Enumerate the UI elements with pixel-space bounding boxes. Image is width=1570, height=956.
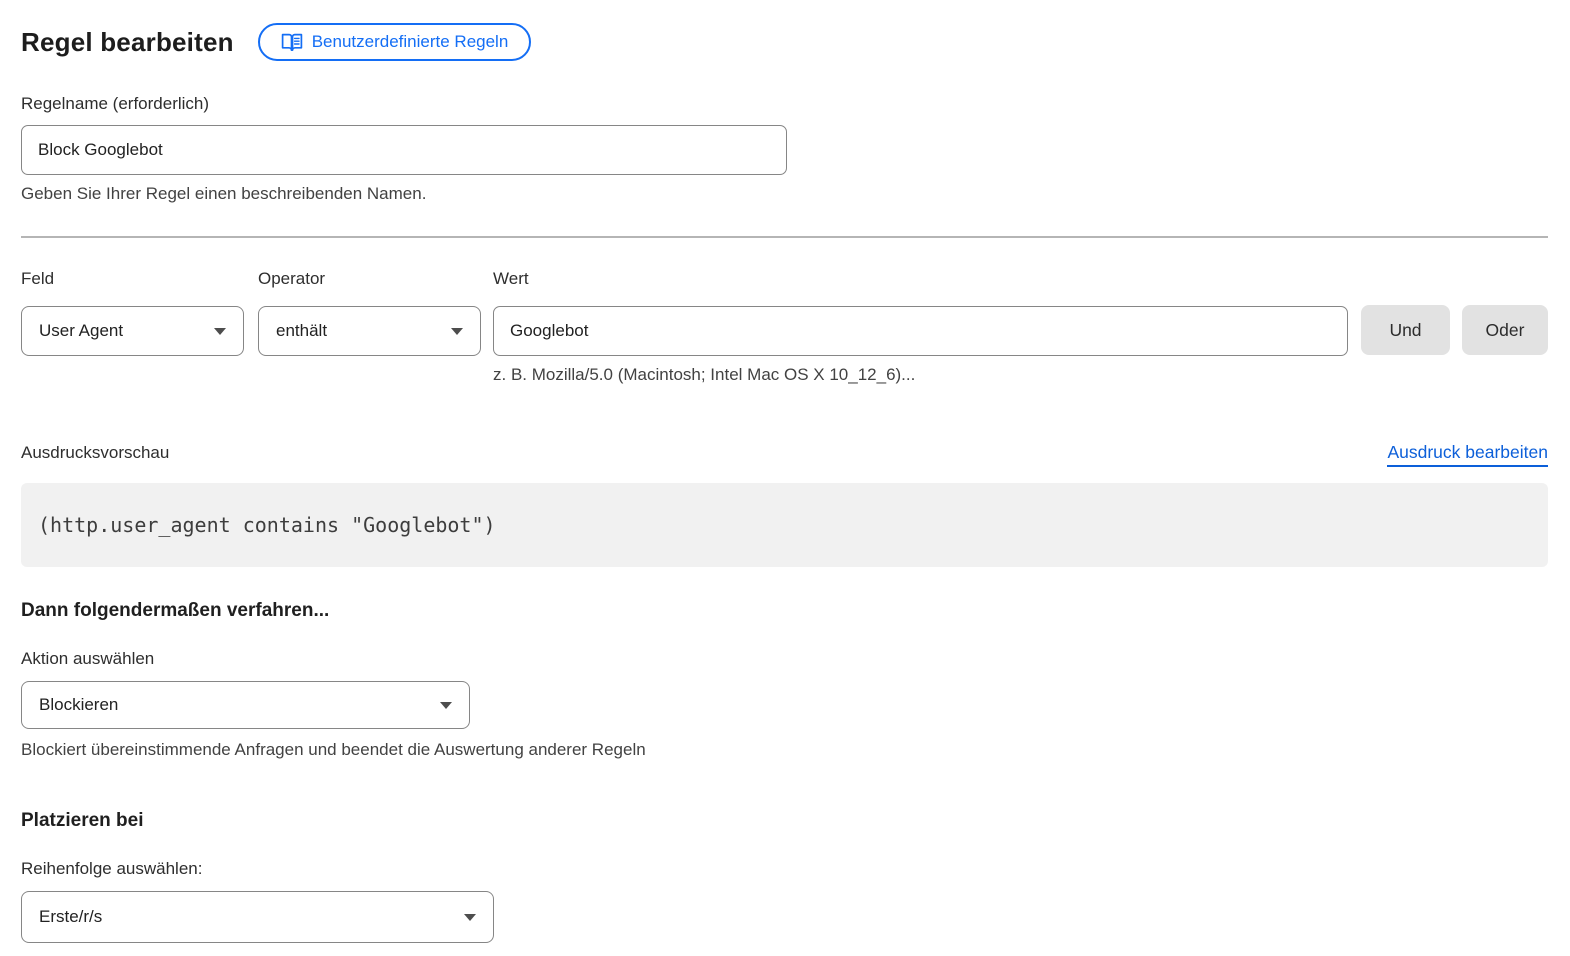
order-select-value: Erste/r/s	[39, 907, 102, 927]
order-select[interactable]: Erste/r/s	[21, 891, 494, 943]
placement-section: Platzieren bei Reihenfolge auswählen: Er…	[21, 810, 1548, 943]
operator-label: Operator	[258, 269, 481, 289]
chevron-down-icon	[451, 328, 463, 335]
field-label: Feld	[21, 269, 244, 289]
expression-code-preview: (http.user_agent contains "Googlebot")	[21, 483, 1548, 567]
action-select[interactable]: Blockieren	[21, 681, 470, 729]
expression-header: Ausdrucksvorschau Ausdruck bearbeiten	[21, 442, 1548, 467]
action-heading: Dann folgendermaßen verfahren...	[21, 600, 1548, 622]
rule-name-help: Geben Sie Ihrer Regel einen beschreibend…	[21, 184, 1548, 204]
edit-expression-link[interactable]: Ausdruck bearbeiten	[1387, 442, 1548, 467]
field-select-value: User Agent	[39, 321, 123, 341]
rule-name-input[interactable]	[21, 125, 787, 175]
placement-heading: Platzieren bei	[21, 810, 1548, 832]
open-book-icon	[281, 33, 303, 52]
docs-button-label: Benutzerdefinierte Regeln	[312, 32, 509, 52]
operator-select[interactable]: enthält	[258, 306, 481, 356]
chevron-down-icon	[464, 914, 476, 921]
header: Regel bearbeiten Benutzerdefinierte Rege…	[21, 23, 1548, 61]
chevron-down-icon	[214, 328, 226, 335]
chevron-down-icon	[440, 702, 452, 709]
value-help: z. B. Mozilla/5.0 (Macintosh; Intel Mac …	[493, 365, 1348, 385]
rule-name-label: Regelname (erforderlich)	[21, 94, 1548, 114]
section-divider	[21, 236, 1548, 238]
expression-section: Ausdrucksvorschau Ausdruck bearbeiten (h…	[21, 442, 1548, 567]
or-button[interactable]: Oder	[1462, 305, 1548, 355]
rule-editor-page: Regel bearbeiten Benutzerdefinierte Rege…	[0, 0, 1570, 943]
custom-rules-docs-button[interactable]: Benutzerdefinierte Regeln	[258, 23, 532, 61]
rule-name-section: Regelname (erforderlich) Geben Sie Ihrer…	[21, 94, 1548, 204]
value-label: Wert	[493, 269, 1348, 289]
action-section: Dann folgendermaßen verfahren... Aktion …	[21, 600, 1548, 760]
action-label: Aktion auswählen	[21, 649, 1548, 669]
logic-buttons: Und Oder	[1361, 269, 1548, 355]
action-select-value: Blockieren	[39, 695, 118, 715]
page-title: Regel bearbeiten	[21, 27, 234, 58]
expression-preview-label: Ausdrucksvorschau	[21, 443, 169, 463]
and-button[interactable]: Und	[1361, 305, 1450, 355]
condition-row: Feld User Agent Operator enthält Wert z.…	[21, 269, 1548, 385]
field-column: Feld User Agent	[21, 269, 244, 356]
operator-select-value: enthält	[276, 321, 327, 341]
operator-column: Operator enthält	[258, 269, 481, 356]
field-select[interactable]: User Agent	[21, 306, 244, 356]
action-help: Blockiert übereinstimmende Anfragen und …	[21, 740, 1548, 760]
value-column: Wert z. B. Mozilla/5.0 (Macintosh; Intel…	[493, 269, 1348, 385]
order-label: Reihenfolge auswählen:	[21, 859, 1548, 879]
value-input[interactable]	[493, 306, 1348, 356]
